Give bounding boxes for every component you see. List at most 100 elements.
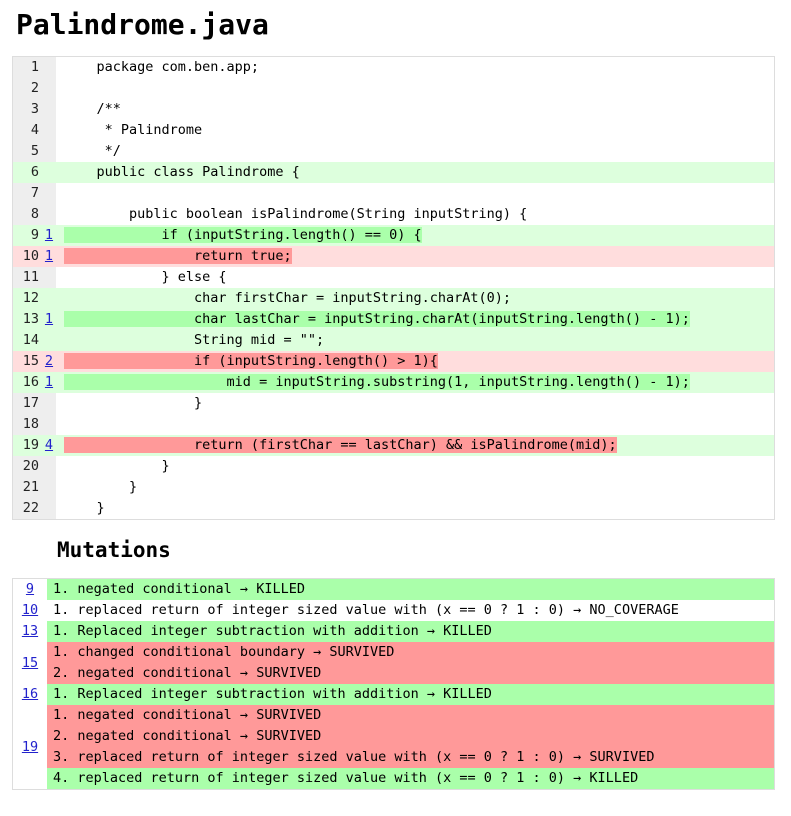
code-text: */ <box>64 143 121 159</box>
source-line-mutation-count[interactable]: 1 <box>42 372 56 393</box>
source-line-number: 16 <box>12 372 42 393</box>
mutation-group-row: 10 1. replaced return of integer sized va… <box>12 600 775 621</box>
source-line-mutation-count <box>42 393 56 414</box>
source-line-row: 12 char firstChar = inputString.charAt(0… <box>12 288 775 309</box>
source-line-code: package com.ben.app; <box>56 56 775 78</box>
mutation-item[interactable]: 4. replaced return of integer sized valu… <box>47 768 774 789</box>
source-line-row: 22 } <box>12 498 775 520</box>
source-line-mutation-count <box>42 141 56 162</box>
mutation-count-link[interactable]: 1 <box>45 374 53 390</box>
source-line-code <box>56 183 775 204</box>
source-line-code: } <box>56 498 775 520</box>
source-line-number: 21 <box>12 477 42 498</box>
mutated-code-span: return (firstChar == lastChar) && isPali… <box>64 437 617 453</box>
source-line-row: 15 2 if (inputString.length() > 1){ <box>12 351 775 372</box>
source-line-number: 5 <box>12 141 42 162</box>
source-line-number: 8 <box>12 204 42 225</box>
source-line-row: 18 <box>12 414 775 435</box>
mutation-count-link[interactable]: 1 <box>45 248 53 264</box>
mutation-item-list: 1. Replaced integer subtraction with add… <box>47 621 775 642</box>
source-line-code: */ <box>56 141 775 162</box>
source-line-row: 17 } <box>12 393 775 414</box>
mutation-item[interactable]: 1. replaced return of integer sized valu… <box>47 600 774 621</box>
source-line-mutation-count[interactable]: 1 <box>42 225 56 246</box>
source-line-number: 10 <box>12 246 42 267</box>
mutation-line-link[interactable]: 15 <box>22 655 38 671</box>
source-line-number: 2 <box>12 78 42 99</box>
source-line-mutation-count[interactable]: 1 <box>42 309 56 330</box>
source-line-row: 3 /** <box>12 99 775 120</box>
source-line-code <box>56 78 775 99</box>
source-line-code: char lastChar = inputString.charAt(input… <box>56 309 775 330</box>
mutation-item-list: 1. Replaced integer subtraction with add… <box>47 684 775 705</box>
mutations-heading: Mutations <box>57 538 171 562</box>
source-line-code: char firstChar = inputString.charAt(0); <box>56 288 775 309</box>
source-line-mutation-count <box>42 477 56 498</box>
mutation-line-number[interactable]: 19 <box>12 705 47 790</box>
source-line-row: 10 1 return true; <box>12 246 775 267</box>
source-line-mutation-count <box>42 414 56 435</box>
source-line-code: public class Palindrome { <box>56 162 775 183</box>
mutation-line-number[interactable]: 16 <box>12 684 47 705</box>
code-text: } <box>64 458 170 474</box>
source-line-mutation-count <box>42 99 56 120</box>
source-line-mutation-count <box>42 204 56 225</box>
source-line-mutation-count[interactable]: 4 <box>42 435 56 456</box>
source-line-mutation-count[interactable]: 1 <box>42 246 56 267</box>
code-text: } else { <box>64 269 227 285</box>
mutation-line-number[interactable]: 13 <box>12 621 47 642</box>
mutation-item[interactable]: 3. replaced return of integer sized valu… <box>47 747 774 768</box>
source-line-code: return true; <box>56 246 775 267</box>
source-line-row: 2 <box>12 78 775 99</box>
mutation-line-link[interactable]: 16 <box>22 686 38 702</box>
mutation-line-link[interactable]: 9 <box>26 581 34 597</box>
source-line-code: String mid = ""; <box>56 330 775 351</box>
source-line-code: return (firstChar == lastChar) && isPali… <box>56 435 775 456</box>
mutation-group-row: 15 1. changed conditional boundary → SURV… <box>12 642 775 684</box>
mutation-group-row: 13 1. Replaced integer subtraction with a… <box>12 621 775 642</box>
mutation-count-link[interactable]: 4 <box>45 437 53 453</box>
mutation-count-link[interactable]: 2 <box>45 353 53 369</box>
report-page: Palindrome.java 1 package com.ben.app; 2 3… <box>0 8 791 790</box>
mutated-code-span: if (inputString.length() == 0) { <box>64 227 422 243</box>
mutation-item[interactable]: 2. negated conditional → SURVIVED <box>47 726 774 747</box>
mutation-item-list: 1. negated conditional → SURVIVED 2. nega… <box>47 705 775 790</box>
mutation-count-link[interactable]: 1 <box>45 311 53 327</box>
mutation-item[interactable]: 1. negated conditional → KILLED <box>47 579 774 600</box>
mutation-line-number[interactable]: 15 <box>12 642 47 684</box>
mutation-item[interactable]: 1. changed conditional boundary → SURVIV… <box>47 642 774 663</box>
mutation-item[interactable]: 1. Replaced integer subtraction with add… <box>47 684 774 705</box>
source-line-number: 17 <box>12 393 42 414</box>
mutation-item[interactable]: 1. Replaced integer subtraction with add… <box>47 621 774 642</box>
mutation-count-link[interactable]: 1 <box>45 227 53 243</box>
source-line-code: } <box>56 477 775 498</box>
source-line-mutation-count <box>42 162 56 183</box>
mutation-group-row: 9 1. negated conditional → KILLED <box>12 578 775 600</box>
mutation-item[interactable]: 2. negated conditional → SURVIVED <box>47 663 774 684</box>
mutation-line-link[interactable]: 10 <box>22 602 38 618</box>
source-line-number: 22 <box>12 498 42 520</box>
source-line-row: 7 <box>12 183 775 204</box>
source-line-code: /** <box>56 99 775 120</box>
source-line-code: if (inputString.length() == 0) { <box>56 225 775 246</box>
source-line-row: 4 * Palindrome <box>12 120 775 141</box>
mutation-line-link[interactable]: 13 <box>22 623 38 639</box>
mutation-item[interactable]: 1. negated conditional → SURVIVED <box>47 705 774 726</box>
source-line-code <box>56 414 775 435</box>
mutation-group-row: 19 1. negated conditional → SURVIVED 2. ne… <box>12 705 775 790</box>
source-line-mutation-count <box>42 120 56 141</box>
mutation-item-list: 1. changed conditional boundary → SURVIV… <box>47 642 775 684</box>
mutated-code-span: mid = inputString.substring(1, inputStri… <box>64 374 690 390</box>
source-line-mutation-count <box>42 288 56 309</box>
source-line-row: 5 */ <box>12 141 775 162</box>
mutated-code-span: char lastChar = inputString.charAt(input… <box>64 311 690 327</box>
source-line-number: 15 <box>12 351 42 372</box>
mutation-line-link[interactable]: 19 <box>22 739 38 755</box>
source-line-number: 11 <box>12 267 42 288</box>
mutation-item-list: 1. replaced return of integer sized valu… <box>47 600 775 621</box>
mutation-line-number[interactable]: 10 <box>12 600 47 621</box>
source-line-mutation-count <box>42 183 56 204</box>
mutation-line-number[interactable]: 9 <box>12 578 47 600</box>
source-line-mutation-count[interactable]: 2 <box>42 351 56 372</box>
source-line-row: 8 public boolean isPalindrome(String inp… <box>12 204 775 225</box>
